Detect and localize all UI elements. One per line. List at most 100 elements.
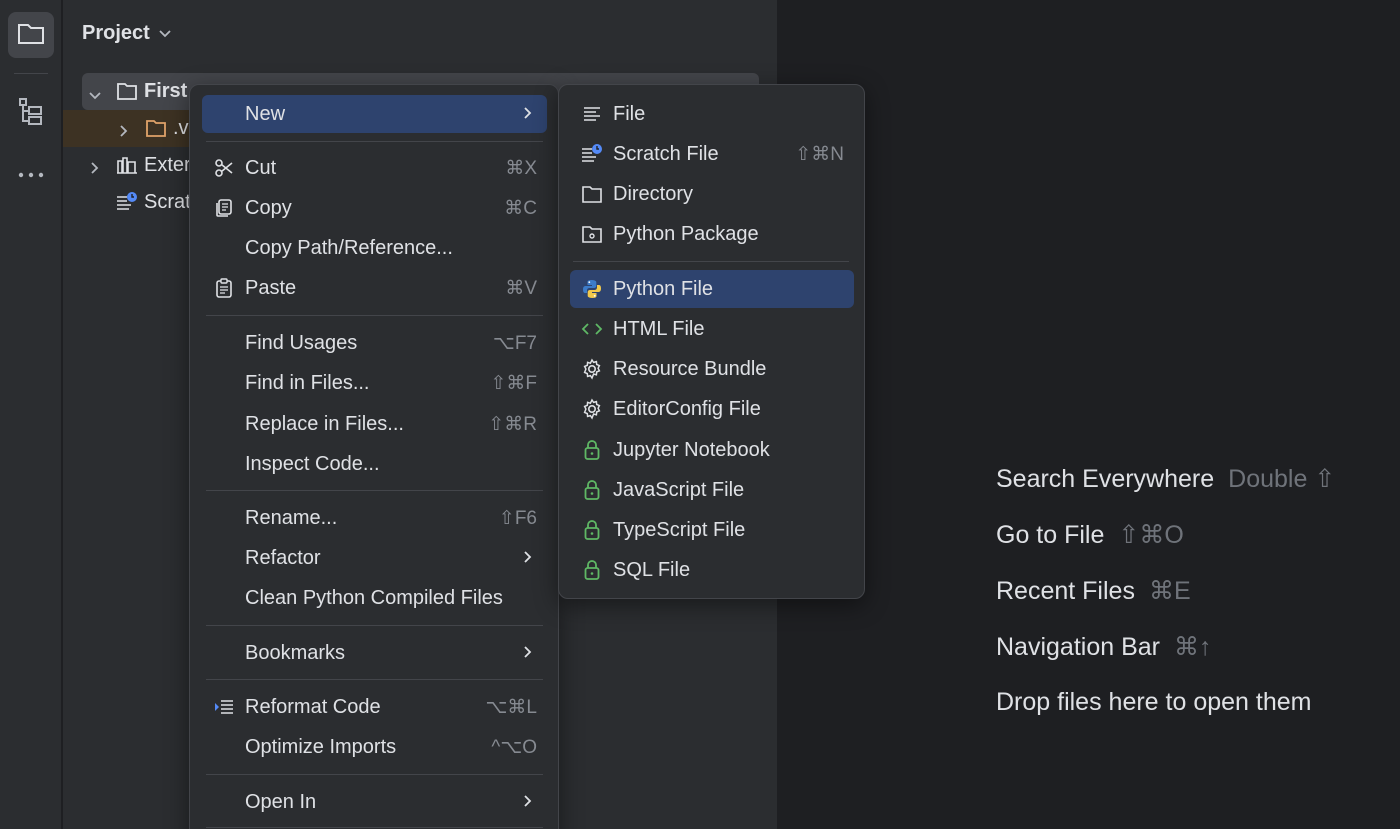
menu-separator xyxy=(206,827,543,828)
menu-item-label: Python File xyxy=(613,277,714,300)
menu-item-label: Optimize Imports xyxy=(245,735,397,758)
project-title-label: Project xyxy=(82,22,150,44)
menu-item-bookmarks[interactable]: Bookmarks xyxy=(202,634,547,672)
hint-drop-files: Drop files here to open them xyxy=(996,688,1311,717)
menu-separator xyxy=(573,261,849,262)
more-tool-windows-button[interactable] xyxy=(8,152,54,198)
submenu-item-sql-file[interactable]: SQL File xyxy=(570,551,854,589)
more-icon xyxy=(17,166,45,184)
structure-tool-button[interactable] xyxy=(8,90,54,136)
clipboard-icon xyxy=(212,276,236,300)
menu-item-label: New xyxy=(245,102,286,125)
submenu-item-python-package[interactable]: Python Package xyxy=(570,215,854,253)
chevron-right-icon xyxy=(523,791,533,814)
menu-separator xyxy=(206,490,543,491)
scratch-icon xyxy=(116,192,138,218)
package-folder-icon xyxy=(580,222,604,246)
menu-item-open-in[interactable]: Open In xyxy=(202,783,547,821)
menu-item-shortcut: ⌥⌘L xyxy=(485,696,537,718)
project-tool-button[interactable] xyxy=(8,12,54,58)
menu-item-cut[interactable]: Cut ⌘X xyxy=(202,149,547,187)
menu-item-label: Bookmarks xyxy=(245,641,346,664)
menu-item-shortcut: ⇧F6 xyxy=(498,507,537,529)
menu-item-reformat-code[interactable]: Reformat Code ⌥⌘L xyxy=(202,688,547,726)
menu-item-shortcut: ⌘C xyxy=(504,197,537,219)
menu-item-label: Refactor xyxy=(245,546,321,569)
menu-item-optimize-imports[interactable]: Optimize Imports ^⌥O xyxy=(202,728,547,766)
menu-item-label: Resource Bundle xyxy=(613,357,767,380)
menu-item-label: Reformat Code xyxy=(245,695,381,718)
chevron-right-icon xyxy=(90,158,100,181)
submenu-item-editorconfig-file[interactable]: EditorConfig File xyxy=(570,390,854,428)
menu-item-label: Cut xyxy=(245,156,277,179)
submenu-item-jupyter-notebook[interactable]: Jupyter Notebook xyxy=(570,431,854,469)
menu-item-label: Rename... xyxy=(245,506,338,529)
menu-separator xyxy=(206,679,543,680)
menu-item-copy-path[interactable]: Copy Path/Reference... xyxy=(202,229,547,267)
menu-item-label: Copy xyxy=(245,196,292,219)
menu-item-label: Python Package xyxy=(613,222,759,245)
context-menu: New Cut ⌘X Copy ⌘C Copy Path/Reference..… xyxy=(189,84,559,829)
menu-item-shortcut: ^⌥O xyxy=(491,736,537,758)
menu-item-clean-compiled[interactable]: Clean Python Compiled Files xyxy=(202,579,547,617)
copy-icon xyxy=(212,196,236,220)
folder-icon xyxy=(580,182,604,206)
hint-recent-files: Recent Files ⌘E xyxy=(996,576,1191,606)
menu-item-label: Jupyter Notebook xyxy=(613,438,770,461)
menu-separator xyxy=(206,625,543,626)
menu-item-new[interactable]: New xyxy=(202,95,547,133)
tree-row-label: .v xyxy=(173,117,189,139)
submenu-item-html-file[interactable]: HTML File xyxy=(570,310,854,348)
tree-row-label: Exter xyxy=(144,154,191,176)
project-panel-title[interactable]: Project xyxy=(82,22,172,45)
submenu-item-resource-bundle[interactable]: Resource Bundle xyxy=(570,350,854,388)
hint-shortcut: ⌘E xyxy=(1148,577,1191,605)
menu-item-shortcut: ⌘V xyxy=(505,277,537,299)
menu-item-refactor[interactable]: Refactor xyxy=(202,539,547,577)
text-file-icon xyxy=(580,102,604,126)
folder-icon xyxy=(17,21,45,50)
submenu-item-scratch-file[interactable]: Scratch File ⇧⌘N xyxy=(570,135,854,173)
menu-item-paste[interactable]: Paste ⌘V xyxy=(202,269,547,307)
menu-item-find-in-files[interactable]: Find in Files... ⇧⌘F xyxy=(202,364,547,402)
submenu-item-file[interactable]: File xyxy=(570,95,854,133)
menu-item-label: Scratch File xyxy=(613,142,719,165)
lock-icon xyxy=(580,478,604,502)
hint-shortcut: ⌘↑ xyxy=(1173,633,1212,661)
hint-search-everywhere: Search Everywhere Double ⇧ xyxy=(996,464,1335,494)
library-icon xyxy=(116,155,138,181)
chevron-right-icon xyxy=(119,121,129,144)
menu-item-label: HTML File xyxy=(613,317,705,340)
menu-item-inspect-code[interactable]: Inspect Code... xyxy=(202,445,547,483)
hint-shortcut: ⇧⌘O xyxy=(1118,521,1184,549)
menu-item-shortcut: ⇧⌘F xyxy=(490,372,537,394)
submenu-item-typescript-file[interactable]: TypeScript File xyxy=(570,511,854,549)
menu-item-copy[interactable]: Copy ⌘C xyxy=(202,189,547,227)
menu-item-find-usages[interactable]: Find Usages ⌥F7 xyxy=(202,324,547,362)
menu-item-rename[interactable]: Rename... ⇧F6 xyxy=(202,499,547,537)
gear-icon xyxy=(580,357,604,381)
folder-icon xyxy=(145,118,167,144)
menu-item-shortcut: ⇧⌘N xyxy=(795,143,844,165)
submenu-item-python-file[interactable]: Python File xyxy=(570,270,854,308)
scratch-icon xyxy=(580,142,604,166)
menu-item-label: SQL File xyxy=(613,558,691,581)
menu-item-label: Open In xyxy=(245,790,317,813)
chevron-down-icon xyxy=(158,22,172,45)
lock-icon xyxy=(580,438,604,462)
submenu-item-javascript-file[interactable]: JavaScript File xyxy=(570,471,854,509)
menu-separator xyxy=(206,774,543,775)
menu-item-label: Replace in Files... xyxy=(245,412,404,435)
menu-item-replace-in-files[interactable]: Replace in Files... ⇧⌘R xyxy=(202,405,547,443)
menu-item-label: File xyxy=(613,102,646,125)
menu-item-label: Inspect Code... xyxy=(245,452,380,475)
structure-icon xyxy=(17,96,45,131)
folder-icon xyxy=(116,81,138,107)
editor-area: Search Everywhere Double ⇧ Go to File ⇧⌘O … xyxy=(779,0,1400,829)
menu-item-label: TypeScript File xyxy=(613,518,746,541)
menu-separator xyxy=(206,141,543,142)
hint-go-to-file: Go to File ⇧⌘O xyxy=(996,520,1184,550)
hint-label: Go to File xyxy=(996,521,1105,549)
lock-icon xyxy=(580,518,604,542)
submenu-item-directory[interactable]: Directory xyxy=(570,175,854,213)
